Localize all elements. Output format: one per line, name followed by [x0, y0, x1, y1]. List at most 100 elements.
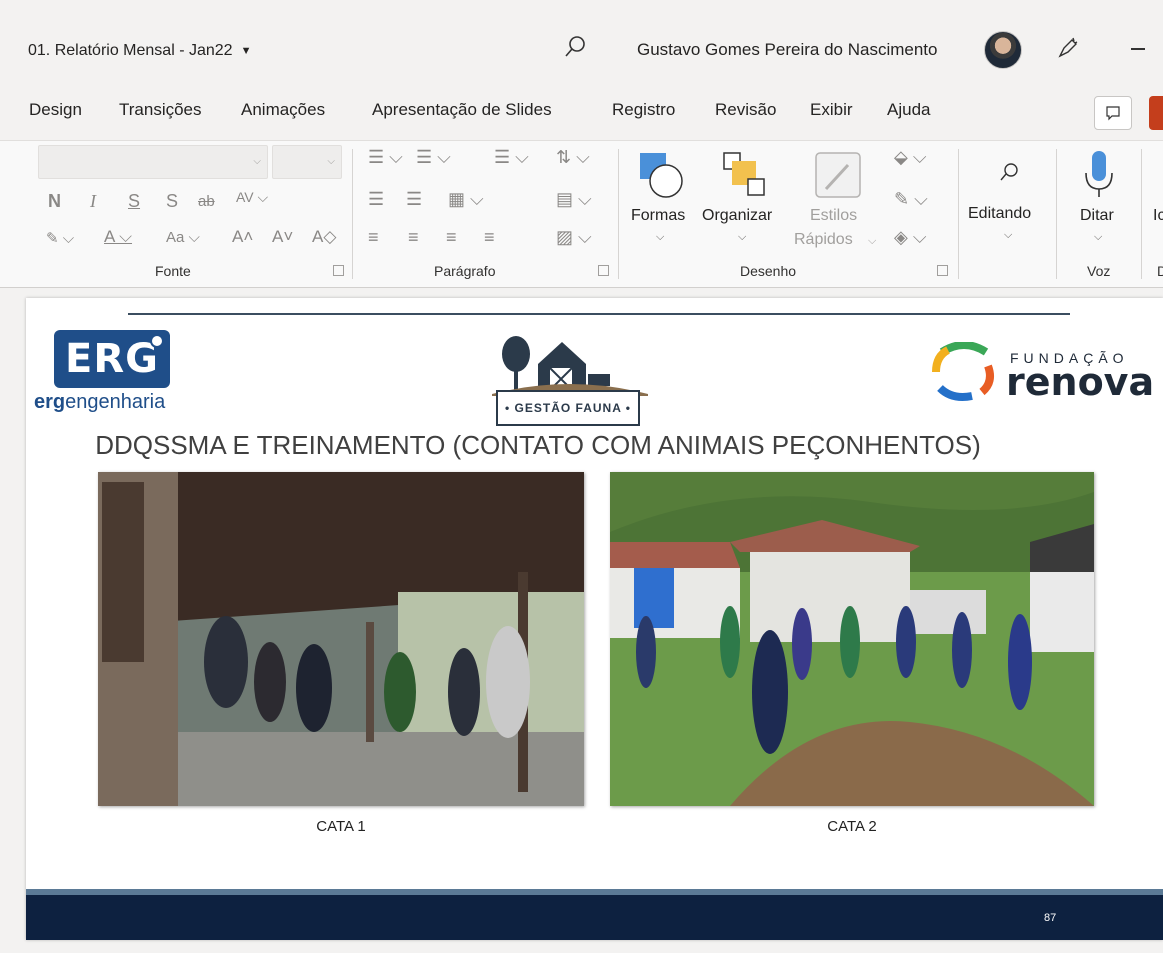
center-button[interactable]: ≡ — [408, 227, 419, 248]
comments-button[interactable] — [1094, 96, 1132, 130]
dictate-label[interactable]: Ditar — [1080, 207, 1114, 225]
erg-subtitle: ergengenharia — [34, 391, 165, 414]
shrink-font-button[interactable]: A˅ — [272, 227, 293, 247]
group-label-font: Fonte — [155, 263, 191, 279]
tab-design[interactable]: Design — [29, 100, 82, 120]
text-direction-button[interactable]: ⇅ ⌵ — [556, 147, 590, 168]
chevron-down-icon: ⌵ — [1094, 231, 1103, 243]
font-color-button[interactable]: A ⌵ — [104, 227, 132, 247]
clear-format-button[interactable]: A◇ — [312, 227, 336, 247]
tab-record[interactable]: Registro — [612, 100, 675, 120]
grow-font-button[interactable]: A˄ — [232, 227, 253, 247]
align-text-button[interactable]: ▤ ⌵ — [556, 189, 592, 210]
font-dialog-launcher[interactable] — [333, 265, 344, 276]
caption-cata-1: CATA 1 — [316, 818, 366, 835]
erg-subtitle-bold: erg — [34, 391, 66, 413]
char-spacing-button[interactable]: AV ⌵ — [236, 189, 268, 206]
group-separator — [958, 149, 959, 279]
decrease-indent-button[interactable]: ☰ — [368, 189, 384, 210]
chevron-down-icon: ⌵ — [738, 231, 747, 243]
erg-subtitle-rest: engenharia — [65, 391, 166, 413]
chevron-down-icon: ⌵ — [868, 235, 877, 247]
shapes-icon[interactable] — [638, 151, 686, 203]
quick-styles-icon[interactable] — [814, 151, 862, 203]
italic-button[interactable]: I — [90, 191, 96, 212]
columns-button[interactable]: ▦ ⌵ — [448, 189, 484, 210]
chevron-down-icon: ⌵ — [327, 156, 335, 167]
tab-view[interactable]: Exibir — [810, 100, 853, 120]
gestao-fauna-label: • GESTÃO FAUNA • — [496, 390, 640, 426]
chevron-down-icon: ⌵ — [253, 156, 261, 167]
tab-transitions[interactable]: Transições — [119, 100, 202, 120]
underline-button[interactable]: S — [128, 191, 140, 212]
photo-cata-1[interactable] — [98, 472, 584, 806]
slide-footer — [26, 895, 1163, 940]
renova-logo-icon — [932, 342, 994, 401]
styles-label-1: Estilos — [810, 207, 858, 224]
search-icon[interactable] — [562, 34, 588, 60]
arrange-label[interactable]: Organizar — [702, 207, 772, 225]
group-label-voice: Voz — [1087, 263, 1111, 279]
shadow-button[interactable]: S — [166, 191, 178, 212]
align-right-button[interactable]: ≡ — [446, 227, 457, 248]
drawing-dialog-launcher[interactable] — [937, 265, 948, 276]
user-name[interactable]: Gustavo Gomes Pereira do Nascimento — [637, 40, 937, 60]
shape-effects-button[interactable]: ◈ ⌵ — [894, 227, 927, 248]
registered-mark-icon — [150, 334, 164, 348]
group-separator — [1056, 149, 1057, 279]
microphone-icon[interactable] — [1082, 149, 1116, 201]
chevron-down-icon: ⌵ — [656, 231, 665, 243]
shapes-label[interactable]: Formas — [631, 207, 685, 225]
slide-top-line — [128, 313, 1070, 315]
document-title[interactable]: 01. Relatório Mensal - Jan22 ▼ — [28, 42, 251, 60]
editing-label[interactable]: Editando — [968, 205, 1031, 223]
tab-review[interactable]: Revisão — [715, 100, 776, 120]
minimize-button[interactable] — [1131, 48, 1145, 50]
arrange-icon[interactable] — [720, 151, 768, 203]
styles-label-2[interactable]: Rápidos — [794, 231, 853, 249]
partial-button-label[interactable]: Ic — [1153, 207, 1163, 225]
ribbon: ⌵ ⌵ N I S S ab AV ⌵ ✎ ⌵ A ⌵ Aa ⌵ A˄ A˅ A… — [0, 140, 1163, 288]
group-separator — [618, 149, 619, 279]
highlight-button[interactable]: ✎ ⌵ — [46, 229, 74, 247]
tab-slideshow[interactable]: Apresentação de Slides — [372, 100, 552, 120]
partial-group-label: D — [1157, 263, 1163, 279]
bold-button[interactable]: N — [48, 191, 61, 212]
smartart-button[interactable]: ▨ ⌵ — [556, 227, 592, 248]
font-name-combo[interactable]: ⌵ — [38, 145, 268, 179]
share-button[interactable] — [1149, 96, 1163, 130]
group-label-drawing: Desenho — [740, 263, 797, 279]
comment-icon — [1106, 106, 1120, 121]
designer-pen-icon[interactable] — [1056, 36, 1080, 60]
search-icon[interactable] — [998, 161, 1020, 183]
slide-page-number: 87 — [1044, 912, 1057, 924]
tab-help[interactable]: Ajuda — [887, 100, 930, 120]
group-separator — [1141, 149, 1142, 279]
shape-outline-button[interactable]: ✎ ⌵ — [894, 189, 928, 210]
paragraph-dialog-launcher[interactable] — [598, 265, 609, 276]
slide-title[interactable]: DDQSSMA E TREINAMENTO (CONTATO COM ANIMA… — [26, 430, 1050, 461]
strikethrough-button[interactable]: ab — [198, 193, 215, 210]
case-button[interactable]: Aa ⌵ — [166, 229, 200, 246]
case-label: Aa — [166, 229, 185, 246]
group-label-paragraph: Parágrafo — [434, 263, 496, 279]
chevron-down-icon[interactable]: ▼ — [241, 45, 252, 57]
bullets-button[interactable]: ☰ ⌵ — [368, 147, 403, 168]
caption-cata-2: CATA 2 — [827, 818, 877, 835]
increase-indent-button[interactable]: ☰ — [406, 189, 422, 210]
font-size-combo[interactable]: ⌵ — [272, 145, 342, 179]
document-title-text: 01. Relatório Mensal - Jan22 — [28, 42, 233, 59]
numbering-button[interactable]: ☰ ⌵ — [416, 147, 451, 168]
align-left-button[interactable]: ≡ — [368, 227, 379, 248]
tab-animations[interactable]: Animações — [241, 100, 325, 120]
line-spacing-button[interactable]: ☰ ⌵ — [494, 147, 529, 168]
title-bar: 01. Relatório Mensal - Jan22 ▼ Gustavo G… — [0, 0, 1163, 92]
photo-cata-2[interactable] — [610, 472, 1094, 806]
slide-canvas[interactable]: ERG ergengenharia • GESTÃO FAUNA • FUNDA… — [26, 298, 1163, 940]
chevron-down-icon: ⌵ — [1004, 229, 1013, 241]
justify-button[interactable]: ≡ — [484, 227, 495, 248]
group-separator — [352, 149, 353, 279]
avatar[interactable] — [984, 31, 1022, 69]
renova-main-text: renova — [1006, 360, 1155, 404]
shape-fill-button[interactable]: ⬙ ⌵ — [894, 147, 927, 168]
